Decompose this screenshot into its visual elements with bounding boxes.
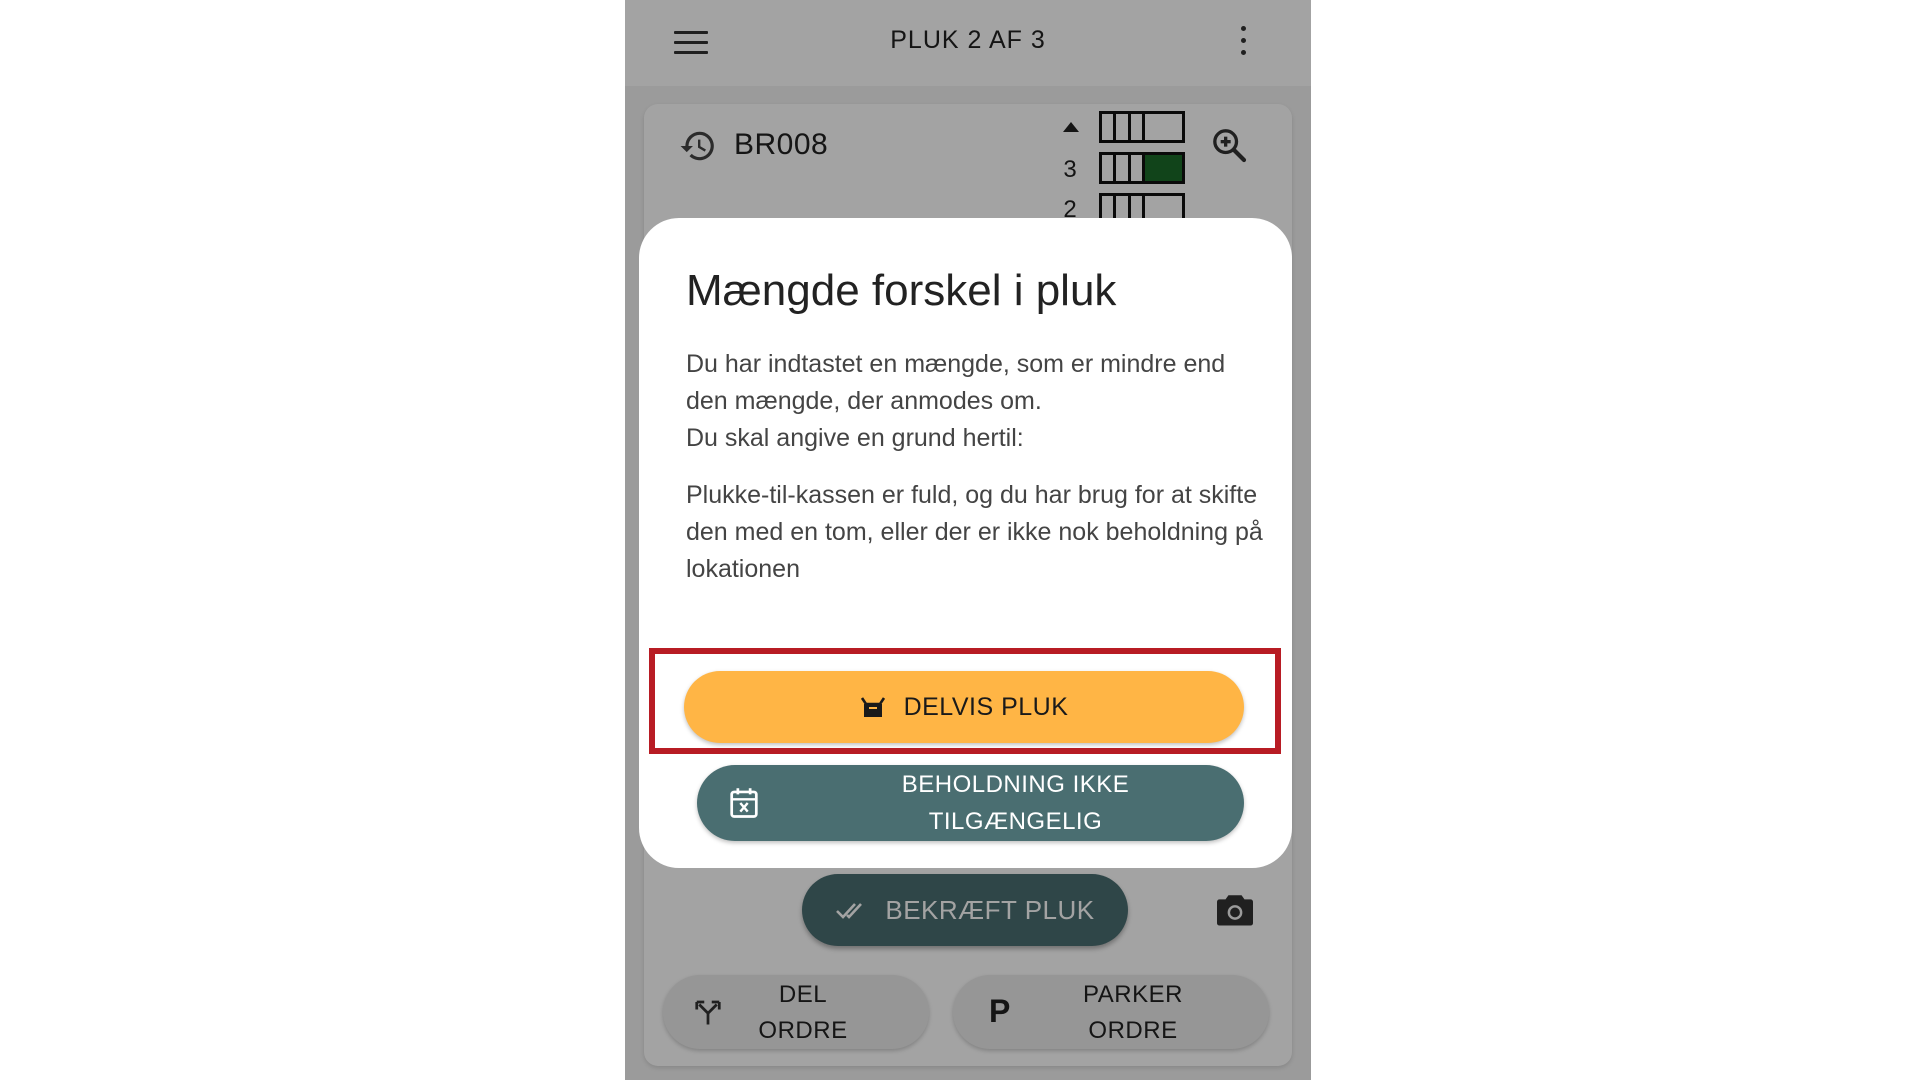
partial-pick-button[interactable]: DELVIS PLUK bbox=[684, 671, 1244, 743]
phone-screen: PLUK 2 AF 3 BR008 3 2 BEKRÆFT PLUK DEL O… bbox=[625, 0, 1311, 1080]
dialog-title: Mængde forskel i pluk bbox=[686, 266, 1117, 315]
dialog-message: Du har indtastet en mængde, som er mindr… bbox=[686, 350, 1226, 415]
stock-unavailable-label: BEHOLDNING IKKE TILGÆNGELIG bbox=[901, 771, 1130, 835]
quantity-difference-dialog: Mængde forskel i pluk Du har indtastet e… bbox=[639, 218, 1292, 868]
dialog-instruction: Du skal angive en grund hertil: bbox=[686, 424, 1024, 452]
partial-pick-label: DELVIS PLUK bbox=[903, 692, 1069, 721]
stock-unavailable-button[interactable]: BEHOLDNING IKKE TILGÆNGELIG bbox=[697, 765, 1244, 841]
calendar-x-icon bbox=[730, 788, 758, 818]
basket-icon bbox=[860, 697, 885, 717]
dialog-reason-description: Plukke-til-kassen er fuld, og du har bru… bbox=[686, 481, 1263, 583]
